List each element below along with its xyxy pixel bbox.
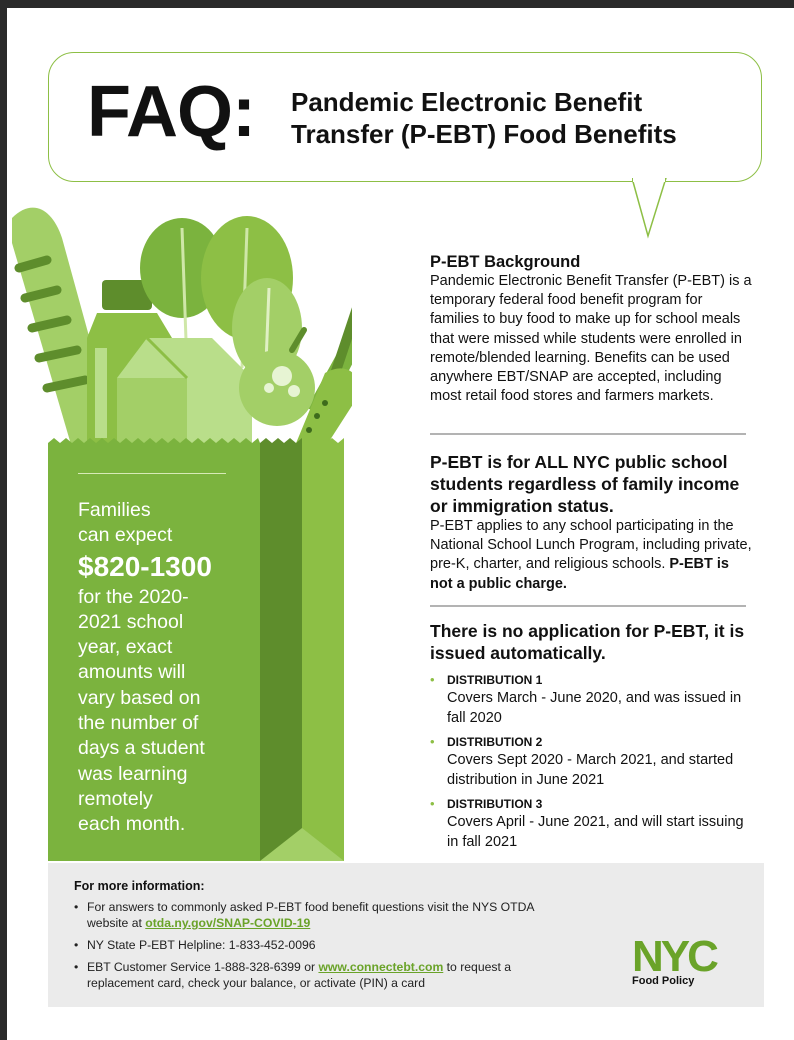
bag-line: the number of <box>78 712 199 735</box>
distribution-label: DISTRIBUTION 3 <box>447 797 543 811</box>
nyc-logo: NYC <box>632 937 721 975</box>
distribution-item: • DISTRIBUTION 1 Covers March - June 202… <box>430 672 752 728</box>
distribution-text: Covers April - June 2021, and will start… <box>447 814 744 850</box>
distribution-item: • DISTRIBUTION 3 Covers April - June 202… <box>430 796 752 852</box>
bag-line: days a student <box>78 737 205 760</box>
bag-line: year, exact <box>78 636 173 659</box>
bag-divider <box>78 473 226 474</box>
distribution-item: • DISTRIBUTION 2 Covers Sept 2020 - Marc… <box>430 734 752 790</box>
application-title: There is no application for P-EBT, it is… <box>430 621 745 663</box>
flyer-page: FAQ: Pandemic Electronic Benefit Transfe… <box>7 8 794 1040</box>
application-section: There is no application for P-EBT, it is… <box>430 620 752 852</box>
footer-item-faq: • For answers to commonly asked P-EBT fo… <box>74 899 544 931</box>
eligibility-body: P-EBT applies to any school participatin… <box>430 517 752 594</box>
eligibility-section: P-EBT is for ALL NYC public school stude… <box>430 451 752 594</box>
distribution-label: DISTRIBUTION 2 <box>447 735 543 749</box>
section-divider <box>430 433 746 435</box>
benefit-amount-text: Families can expect $820-1300 for the 20… <box>78 498 248 838</box>
more-info-footer: For more information: • For answers to c… <box>48 863 764 1007</box>
bullet-icon: • <box>74 900 79 914</box>
bag-line: each month. <box>78 813 186 836</box>
bullet-icon: • <box>74 960 79 974</box>
bag-line: remotely <box>78 787 153 810</box>
footer-item-text: EBT Customer Service 1-888-328-6399 or <box>87 960 319 974</box>
bullet-icon: • <box>430 672 435 687</box>
benefit-amount: $820-1300 <box>78 550 212 582</box>
background-title: P-EBT Background <box>430 253 581 271</box>
bullet-icon: • <box>74 938 79 952</box>
bag-line: for the 2020- <box>78 585 189 608</box>
bag-line: vary based on <box>78 686 201 709</box>
speech-bubble-tail <box>632 178 667 239</box>
background-section: P-EBT Background Pandemic Electronic Ben… <box>430 252 752 406</box>
milk-carton-icon <box>117 336 252 448</box>
bullet-icon: • <box>430 796 435 811</box>
footer-title: For more information: <box>74 879 205 893</box>
footer-item-text: NY State P-EBT Helpline: 1-833-452-0096 <box>87 938 316 952</box>
background-body: Pandemic Electronic Benefit Transfer (P-… <box>430 273 752 405</box>
eligibility-title: P-EBT is for ALL NYC public school stude… <box>430 452 740 516</box>
distribution-label: DISTRIBUTION 1 <box>447 673 543 687</box>
bag-line: can expect <box>78 524 173 547</box>
food-policy-label: Food Policy <box>632 975 695 987</box>
connectebt-link[interactable]: www.connectebt.com <box>318 960 443 974</box>
footer-item-helpline: • NY State P-EBT Helpline: 1-833-452-009… <box>74 937 544 953</box>
section-divider <box>430 605 746 607</box>
bullet-icon: • <box>430 734 435 749</box>
otda-link[interactable]: otda.ny.gov/SNAP-COVID-19 <box>145 916 310 930</box>
bag-line: was learning <box>78 762 188 785</box>
nyc-logo-text: NYC <box>632 937 718 975</box>
bag-line: Families <box>78 499 151 521</box>
faq-heading: FAQ: <box>87 72 256 152</box>
bag-line: amounts will <box>78 661 186 684</box>
distribution-text: Covers March - June 2020, and was issued… <box>447 690 742 726</box>
page-title: Pandemic Electronic Benefit Transfer (P-… <box>291 86 751 150</box>
footer-list: • For answers to commonly asked P-EBT fo… <box>74 899 544 997</box>
title-line-2: Transfer (P-EBT) Food Benefits <box>291 119 677 149</box>
title-line-1: Pandemic Electronic Benefit <box>291 87 643 117</box>
bag-line: 2021 school <box>78 610 184 633</box>
footer-item-customer-service: • EBT Customer Service 1-888-328-6399 or… <box>74 959 544 991</box>
distribution-text: Covers Sept 2020 - March 2021, and start… <box>447 752 734 788</box>
